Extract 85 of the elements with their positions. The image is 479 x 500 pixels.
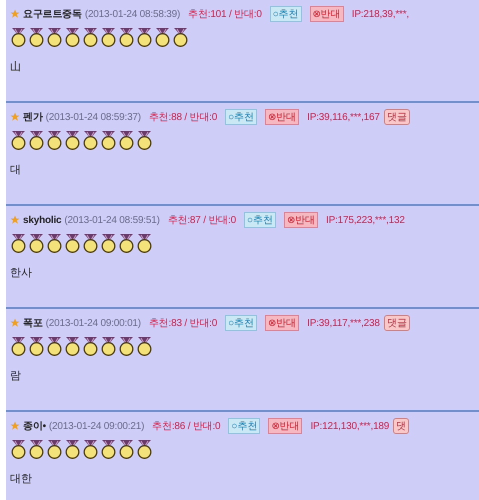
comment-text: 한사 [10, 265, 32, 280]
medal-icon [82, 130, 99, 150]
oppose-button[interactable]: ⊗반대 [268, 418, 302, 434]
comment-text: 대한 [10, 471, 32, 486]
medal-icon [46, 27, 63, 47]
medal-icon [82, 27, 99, 47]
author-name[interactable]: 종이• [23, 419, 46, 433]
comment-time: (2013-01-24 09:00:01) [46, 318, 141, 328]
recommend-button[interactable]: ○추천 [225, 109, 258, 125]
star-icon [10, 9, 20, 19]
medal-icon [100, 336, 117, 356]
medal-icon [172, 27, 189, 47]
medal-icon [28, 336, 45, 356]
oppose-button[interactable]: ⊗반대 [265, 315, 300, 331]
medal-icon [118, 130, 135, 150]
star-icon [10, 421, 20, 431]
comment-text: 람 [10, 368, 21, 383]
author-name[interactable]: 펜가 [23, 110, 43, 124]
ip-address: IP:175,223,***,132 [326, 214, 405, 226]
comment-time: (2013-01-24 08:58:39) [84, 8, 180, 20]
medal-icon [64, 130, 81, 150]
medal-icon [10, 130, 27, 150]
medal-icon [82, 336, 99, 356]
medal-icon [46, 233, 63, 253]
vote-count: 추천:86 / 반대:0 [152, 420, 220, 433]
medal-icon [118, 233, 135, 253]
comment-text: 대 [10, 162, 21, 177]
medal-icon [100, 439, 117, 459]
medal-icon [10, 233, 27, 253]
medal-icon [136, 336, 153, 356]
medal-icon [10, 27, 27, 47]
medal-icon [100, 233, 117, 253]
reply-button[interactable]: 댓 [393, 418, 410, 434]
medal-icon [46, 439, 63, 459]
medal-icon [136, 233, 153, 253]
reply-button[interactable]: 댓글 [384, 315, 410, 331]
reply-button[interactable]: 댓글 [384, 109, 410, 125]
medal-icon [28, 439, 45, 459]
medal-icon [136, 439, 153, 459]
medal-icon [28, 233, 45, 253]
medal-icon [136, 130, 153, 150]
medal-icon [118, 439, 135, 459]
vote-count: 추천:101 / 반대:0 [188, 8, 262, 21]
medal-icon [118, 336, 135, 356]
star-icon [10, 215, 20, 225]
vote-count: 추천:87 / 반대:0 [168, 214, 236, 227]
ip-address: IP:121,130,***,189 [310, 420, 390, 432]
medal-icon [154, 27, 171, 47]
comment-text: 山 [10, 59, 21, 74]
medal-icon [10, 439, 27, 459]
medal-icon [64, 27, 81, 47]
medal-icon [28, 27, 45, 47]
comment-time: (2013-01-24 08:59:51) [64, 214, 160, 226]
oppose-button[interactable]: ⊗반대 [284, 212, 318, 228]
author-name[interactable]: 폭포 [23, 316, 43, 330]
oppose-button[interactable]: ⊗반대 [265, 109, 300, 125]
medal-icon [64, 439, 81, 459]
medal-icon [64, 336, 81, 356]
medal-icon [64, 233, 81, 253]
ip-address: IP:39,116,***,167 [307, 112, 380, 122]
ip-address: IP:218,39,***, [352, 8, 409, 20]
medal-icon [136, 27, 153, 47]
author-name[interactable]: 요구르트중독 [23, 7, 82, 21]
medal-icon [82, 233, 99, 253]
medal-icon [100, 130, 117, 150]
medal-icon [46, 130, 63, 150]
star-icon [10, 318, 20, 328]
medal-icon [28, 130, 45, 150]
recommend-button[interactable]: ○추천 [228, 418, 260, 434]
medal-icon [46, 336, 63, 356]
medal-icon [100, 27, 117, 47]
star-icon [10, 112, 20, 122]
medal-icon [10, 336, 27, 356]
ip-address: IP:39,117,***,238 [307, 318, 380, 328]
recommend-button[interactable]: ○추천 [225, 315, 258, 331]
comment-time: (2013-01-24 09:00:21) [48, 420, 144, 432]
author-name[interactable]: skyholic [23, 214, 62, 226]
medal-icon [82, 439, 99, 459]
medal-icon [118, 27, 135, 47]
recommend-button[interactable]: ○추천 [244, 212, 276, 228]
comment-time: (2013-01-24 08:59:37) [46, 112, 141, 122]
vote-count: 추천:88 / 반대:0 [148, 111, 218, 124]
recommend-button[interactable]: ○추천 [270, 6, 302, 22]
oppose-button[interactable]: ⊗반대 [310, 6, 344, 22]
vote-count: 추천:83 / 반대:0 [148, 317, 218, 330]
